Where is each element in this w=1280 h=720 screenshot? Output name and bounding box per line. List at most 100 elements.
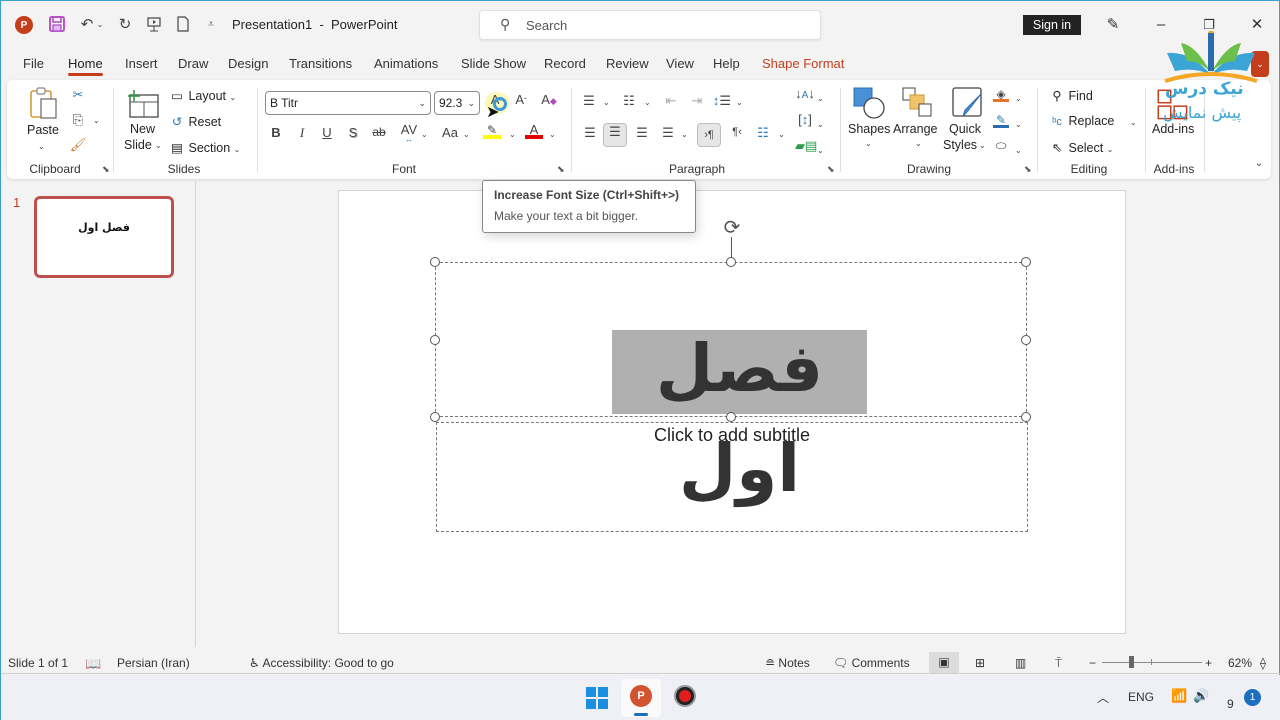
reading-view-icon[interactable]: ▥ [1015,656,1026,670]
format-painter-icon[interactable]: 🖌 [69,137,87,153]
justify-dropdown-icon[interactable]: ⌄ [681,130,688,139]
zoom-slider-thumb[interactable] [1129,656,1134,668]
shape-fill-dropdown-icon[interactable]: ⌄ [1015,94,1022,103]
numbering-dropdown-icon[interactable]: ⌄ [644,98,651,107]
align-left-icon[interactable]: ☰ [581,125,599,141]
line-spacing-dropdown-icon[interactable]: ⌄ [736,98,743,107]
sign-in-button[interactable]: Sign in [1023,15,1081,35]
shape-outline-dropdown-icon[interactable]: ⌄ [1015,120,1022,129]
resize-handle-top-right[interactable] [1021,257,1031,267]
cut-icon[interactable]: ✂ [69,87,87,103]
start-button-icon[interactable] [586,687,608,709]
redo-icon[interactable]: ↻ [115,14,135,34]
resize-handle-bottom[interactable] [726,412,736,422]
find-button[interactable]: ⚲ Find [1049,88,1092,103]
new-slide-button[interactable]: New Slide ⌄ [122,86,166,158]
clock-partial[interactable]: 9 [1227,697,1234,711]
undo-dropdown-icon[interactable]: ⌄ [95,14,105,34]
arrange-button[interactable]: Arrange ⌄ [893,86,941,158]
drawing-launcher-icon[interactable]: ⬊ [1024,164,1032,175]
save-icon[interactable] [47,14,67,34]
highlight-dropdown-icon[interactable]: ⌄ [509,130,516,139]
resize-handle-right[interactable] [1021,335,1031,345]
customize-qat-icon[interactable]: ⩡ [201,14,221,34]
font-color-dropdown-icon[interactable]: ⌄ [549,130,556,139]
align-text-dropdown-icon[interactable]: ⌄ [817,120,824,129]
copy-icon[interactable]: ⎘ [69,112,87,128]
tab-draw[interactable]: Draw [178,56,208,71]
volume-icon[interactable]: 🔊 [1193,688,1209,704]
columns-dropdown-icon[interactable]: ⌄ [778,130,785,139]
resize-handle-top[interactable] [726,257,736,267]
recorder-app-icon[interactable] [674,685,696,707]
quick-styles-button[interactable]: Quick Styles ⌄ [943,86,991,158]
spacing-dropdown-icon[interactable]: ⌄ [421,130,428,139]
highlight-color-button[interactable]: ✎ [483,122,501,139]
font-size-dropdown-icon[interactable]: ⌄ [467,92,475,114]
shapes-button[interactable]: Shapes ⌄ [847,86,890,158]
align-text-icon[interactable]: [↕] [795,112,815,127]
resize-handle-top-left[interactable] [430,257,440,267]
bold-button[interactable]: B [269,125,283,140]
slide-title-text[interactable]: فصل اول [612,319,867,507]
slide-show-icon[interactable]: ⍑ [1055,656,1062,671]
normal-view-icon[interactable]: ▣ [929,652,959,673]
left-to-right-icon[interactable]: ›¶ [697,123,721,147]
tab-shape-format[interactable]: Shape Format [762,56,844,71]
layout-button[interactable]: ▭ Layout ⌄ [169,88,236,103]
tab-review[interactable]: Review [606,56,649,71]
underline-button[interactable]: U [320,125,334,140]
clear-formatting-icon[interactable]: A◆ [539,92,559,107]
tab-design[interactable]: Design [228,56,268,71]
character-spacing-button[interactable]: AV ↔ [397,122,421,144]
present-from-start-icon[interactable] [144,14,164,34]
zoom-level[interactable]: 62% [1228,656,1252,670]
align-center-icon[interactable]: ☰ [603,123,627,147]
reset-button[interactable]: ↺ Reset [169,114,221,129]
tab-view[interactable]: View [666,56,694,71]
subtitle-placeholder-text[interactable]: Click to add subtitle [436,425,1028,446]
shape-outline-button[interactable]: ✎ [993,112,1009,128]
change-case-dropdown-icon[interactable]: ⌄ [463,130,470,139]
slide-sorter-icon[interactable]: ⊞ [975,656,985,670]
columns-icon[interactable]: ☷ [753,125,773,141]
font-name-dropdown-icon[interactable]: ⌄ [418,92,426,114]
pane-splitter[interactable] [195,181,196,647]
select-button[interactable]: ⇖ Select ⌄ [1049,140,1114,155]
numbering-icon[interactable]: ☷ [619,93,639,109]
comments-button[interactable]: 🗨 Comments [833,656,910,670]
paragraph-launcher-icon[interactable]: ⬊ [827,164,835,175]
fit-to-window-icon[interactable]: ⟠ [1260,656,1266,670]
collapse-ribbon-icon[interactable]: ⌄ [1251,158,1267,169]
bullets-icon[interactable]: ☰ [579,93,599,109]
tab-animations[interactable]: Animations [374,56,438,71]
input-language[interactable]: ENG [1128,690,1154,704]
accessibility-status[interactable]: ♿ Accessibility: Good to go [249,656,394,670]
paste-button[interactable]: Paste ⌄ [25,86,59,158]
notes-button[interactable]: ≘ Notes [765,656,810,670]
tab-file[interactable]: File [23,56,44,71]
smartart-icon[interactable]: ▰▤ [795,138,817,154]
tab-record[interactable]: Record [544,56,586,71]
shape-fill-button[interactable]: ◈ [993,86,1009,102]
copy-dropdown-icon[interactable]: ⌄ [93,116,100,125]
decrease-font-size-icon[interactable]: Aˇ [512,92,530,107]
tab-help[interactable]: Help [713,56,740,71]
zoom-out-button[interactable]: − [1089,656,1096,670]
show-hidden-icons-icon[interactable]: ︿ [1097,689,1109,706]
designer-pen-icon[interactable]: ✎ [1101,13,1125,37]
font-name-combo[interactable]: B Titr ⌄ [265,91,431,115]
undo-icon[interactable]: ↶ [77,14,97,34]
increase-indent-icon[interactable]: ⇥ [687,93,707,109]
line-spacing-icon[interactable]: ↕☰ [711,93,733,109]
tab-home[interactable]: Home [68,56,103,76]
tab-slide-show[interactable]: Slide Show [461,56,526,71]
replace-button[interactable]: ᵇc Replace ⌄ [1049,114,1136,128]
zoom-in-button[interactable]: + [1205,656,1212,670]
text-shadow-button[interactable]: S [346,125,360,140]
resize-handle-bottom-right[interactable] [1021,412,1031,422]
shape-effects-icon[interactable]: ⬭ [993,138,1009,154]
slide-counter[interactable]: Slide 1 of 1 [8,656,68,670]
italic-button[interactable]: I [295,125,309,141]
font-launcher-icon[interactable]: ⬊ [557,164,565,175]
